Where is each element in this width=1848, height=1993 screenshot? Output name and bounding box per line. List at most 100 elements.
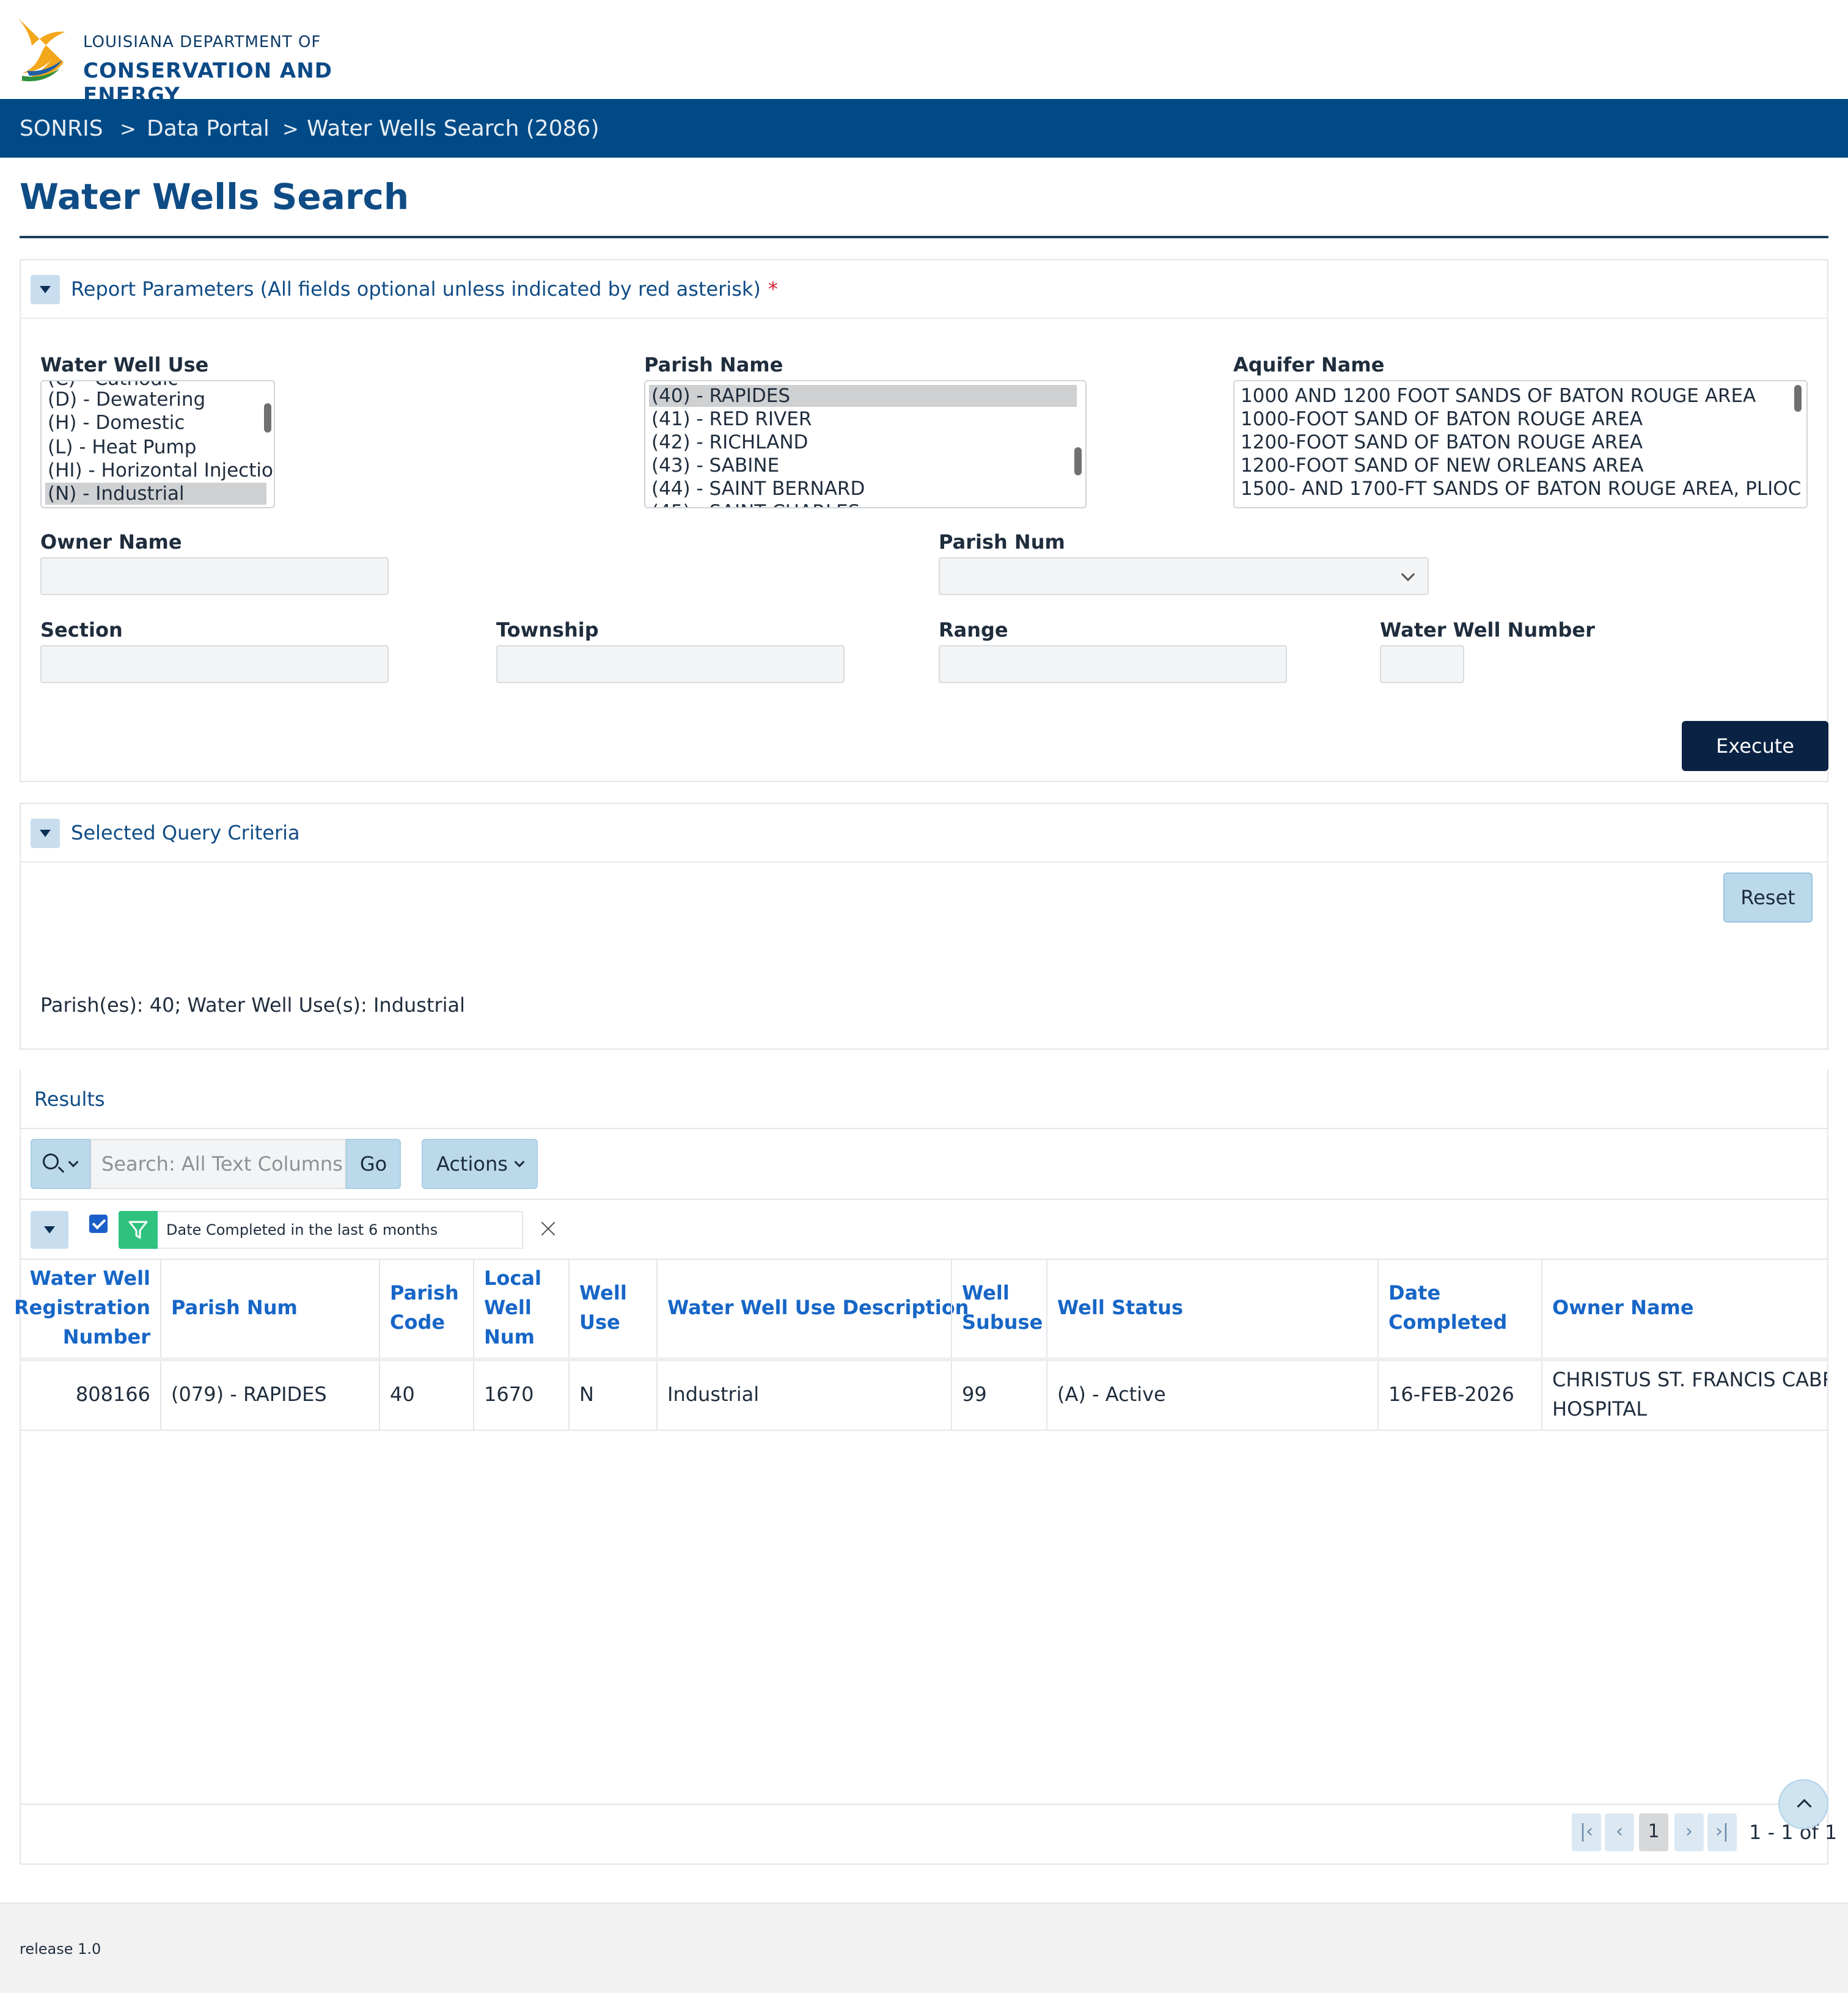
- breadcrumb-sonris[interactable]: SONRIS: [20, 116, 103, 141]
- breadcrumb: SONRIS > Data Portal > Water Wells Searc…: [0, 99, 1848, 158]
- list-item[interactable]: 1200-FOOT SAND OF NEW ORLEANS AREA: [1241, 455, 1644, 477]
- go-button[interactable]: Go: [346, 1139, 401, 1189]
- parish-name-listbox[interactable]: (40) - RAPIDES (41) - RED RIVER (42) - R…: [644, 380, 1087, 508]
- cell-status: (A) - Active: [1057, 1383, 1166, 1406]
- current-page-button[interactable]: 1: [1639, 1813, 1668, 1851]
- list-item[interactable]: (L) - Heat Pump: [48, 436, 196, 458]
- list-item[interactable]: (41) - RED RIVER: [651, 408, 812, 430]
- owner-name-input[interactable]: [40, 557, 389, 595]
- actions-label: Actions: [436, 1152, 508, 1176]
- query-criteria-title: Selected Query Criteria: [71, 821, 300, 844]
- water-well-use-label: Water Well Use: [40, 353, 209, 376]
- chevron-down-icon: [514, 1157, 525, 1168]
- page-title: Water Wells Search: [20, 176, 409, 218]
- section-label: Section: [40, 618, 123, 642]
- column-divider: [568, 1260, 570, 1431]
- filter-funnel-icon: [119, 1211, 158, 1249]
- column-header-well-status[interactable]: Well Status: [1057, 1293, 1183, 1322]
- parish-name-label: Parish Name: [644, 353, 783, 376]
- list-item[interactable]: (44) - SAINT BERNARD: [651, 478, 865, 500]
- logo-line-1: LOUISIANA DEPARTMENT OF: [83, 33, 321, 51]
- column-header-registration[interactable]: Water Well Registration Number: [14, 1263, 150, 1351]
- previous-page-button[interactable]: ‹: [1605, 1813, 1634, 1851]
- search-input[interactable]: Search: All Text Columns: [90, 1139, 346, 1189]
- department-logo[interactable]: LOUISIANA DEPARTMENT OF CONSERVATION AND…: [13, 12, 392, 108]
- cell-use-description: Industrial: [667, 1383, 760, 1406]
- list-item-selected[interactable]: (40) - RAPIDES: [649, 385, 1077, 407]
- cell-date-completed: 16-FEB-2026: [1388, 1383, 1514, 1406]
- next-page-button[interactable]: ›: [1674, 1813, 1704, 1851]
- list-item[interactable]: (43) - SABINE: [651, 455, 779, 477]
- results-title: Results: [34, 1088, 105, 1111]
- breadcrumb-separator: >: [120, 117, 136, 141]
- column-divider: [473, 1260, 474, 1431]
- column-header-well-subuse[interactable]: Well Subuse: [962, 1278, 1043, 1337]
- column-header-date-completed[interactable]: Date Completed: [1388, 1278, 1507, 1337]
- column-divider: [160, 1260, 161, 1431]
- breadcrumb-data-portal[interactable]: Data Portal: [147, 116, 270, 141]
- aquifer-name-listbox[interactable]: 1000 AND 1200 FOOT SANDS OF BATON ROUGE …: [1233, 380, 1808, 508]
- list-item[interactable]: 1200-FOOT SAND OF BATON ROUGE AREA: [1241, 431, 1643, 453]
- section-input[interactable]: [40, 645, 389, 683]
- water-well-number-input[interactable]: [1380, 645, 1464, 683]
- parish-num-select[interactable]: [939, 557, 1429, 595]
- township-input[interactable]: [496, 645, 845, 683]
- list-item-selected[interactable]: (N) - Industrial: [45, 483, 266, 505]
- list-item[interactable]: (D) - Dewatering: [48, 389, 205, 411]
- filter-description[interactable]: Date Completed in the last 6 months: [158, 1211, 523, 1249]
- report-parameters-title: Report Parameters (All fields optional u…: [71, 277, 778, 301]
- water-well-use-listbox[interactable]: (C) - Cathodic (D) - Dewatering (H) - Do…: [40, 380, 275, 508]
- scroll-to-top-button[interactable]: [1778, 1779, 1828, 1829]
- release-version: release 1.0: [20, 1940, 101, 1958]
- listbox-scrollbar[interactable]: [1794, 385, 1802, 412]
- report-parameters-header: Report Parameters (All fields optional u…: [21, 260, 1827, 319]
- water-well-number-label: Water Well Number: [1380, 618, 1595, 642]
- list-item[interactable]: 1000-FOOT SAND OF BATON ROUGE AREA: [1241, 408, 1643, 430]
- range-input[interactable]: [939, 645, 1287, 683]
- column-divider: [1377, 1260, 1379, 1431]
- list-item[interactable]: 1500- AND 1700-FT SANDS OF BATON ROUGE A…: [1241, 478, 1801, 500]
- column-divider: [379, 1260, 380, 1431]
- column-divider: [951, 1260, 952, 1431]
- divider: [20, 1259, 1828, 1260]
- actions-menu-button[interactable]: Actions: [422, 1139, 538, 1189]
- listbox-scrollbar[interactable]: [1074, 447, 1082, 475]
- collapse-toggle-button[interactable]: [31, 819, 60, 848]
- column-header-parish-code[interactable]: Parish Code: [390, 1278, 459, 1337]
- column-divider: [656, 1260, 658, 1431]
- list-item[interactable]: (42) - RICHLAND: [651, 431, 808, 453]
- list-item[interactable]: 1000 AND 1200 FOOT SANDS OF BATON ROUGE …: [1241, 385, 1756, 407]
- search-column-button[interactable]: [31, 1139, 90, 1189]
- list-item[interactable]: (H) - Domestic: [48, 412, 185, 434]
- cell-parish-code: 40: [390, 1383, 415, 1406]
- funnel-icon: [128, 1221, 148, 1239]
- collapse-toggle-button[interactable]: [31, 275, 60, 304]
- filter-collapse-toggle[interactable]: [31, 1211, 68, 1249]
- column-header-owner-name[interactable]: Owner Name: [1552, 1293, 1694, 1322]
- report-parameters-panel: Report Parameters (All fields optional u…: [20, 259, 1828, 782]
- breadcrumb-current: Water Wells Search (2086): [307, 116, 600, 141]
- list-item[interactable]: (45) - SAINT CHARLES: [651, 501, 860, 507]
- close-icon[interactable]: [539, 1220, 557, 1238]
- filter-enable-checkbox[interactable]: [89, 1215, 108, 1233]
- query-criteria-header: Selected Query Criteria: [21, 804, 1827, 863]
- column-header-use-description[interactable]: Water Well Use Description: [667, 1293, 969, 1322]
- reset-button[interactable]: Reset: [1723, 872, 1813, 923]
- list-item[interactable]: (HI) - Horizontal Injection: [48, 459, 274, 481]
- cell-registration: 808166: [75, 1383, 150, 1406]
- last-page-button[interactable]: ›|: [1707, 1813, 1737, 1851]
- site-header: LOUISIANA DEPARTMENT OF CONSERVATION AND…: [0, 0, 1848, 108]
- breadcrumb-separator: >: [282, 117, 299, 141]
- column-header-local-well-num[interactable]: Local Well Num: [484, 1263, 541, 1351]
- column-header-well-use[interactable]: Well Use: [579, 1278, 627, 1337]
- search-icon: [43, 1154, 59, 1169]
- divider: [20, 1804, 1828, 1805]
- row-divider: [20, 1430, 1828, 1431]
- listbox-scrollbar[interactable]: [264, 403, 271, 433]
- column-header-parish-num[interactable]: Parish Num: [171, 1293, 298, 1322]
- owner-name-label: Owner Name: [40, 530, 182, 554]
- execute-button[interactable]: Execute: [1682, 721, 1828, 771]
- first-page-button[interactable]: |‹: [1572, 1813, 1601, 1851]
- title-divider: [20, 236, 1828, 238]
- cell-owner-name: CHRISTUS ST. FRANCIS CABR HOSPITAL: [1552, 1368, 1827, 1421]
